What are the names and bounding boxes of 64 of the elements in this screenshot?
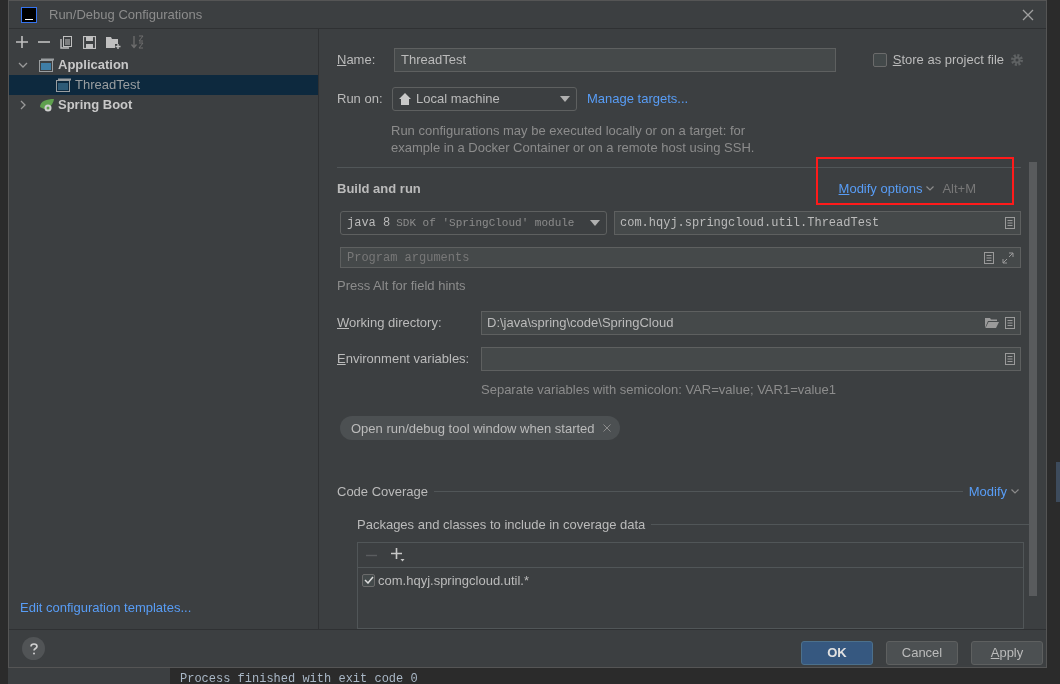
- sort-icon[interactable]: [131, 35, 145, 49]
- add-icon[interactable]: [391, 548, 405, 563]
- checkbox[interactable]: [362, 573, 375, 587]
- app-logo-icon: [21, 6, 37, 23]
- new-folder-icon[interactable]: [106, 35, 121, 49]
- chevron-down-icon[interactable]: [18, 60, 28, 70]
- run-on-dropdown[interactable]: Local machine: [392, 87, 577, 111]
- option-chip[interactable]: Open run/debug tool window when started: [340, 416, 620, 441]
- ok-button[interactable]: OK: [801, 640, 873, 665]
- window-title: Run/Debug Configurations: [49, 5, 203, 24]
- modify-options-link[interactable]: Modify options: [838, 178, 935, 199]
- dialog-button[interactable]: Apply: [971, 640, 1043, 665]
- chevron-down-icon: [926, 186, 935, 192]
- environment-variables-hint: Separate variables with semicolon: VAR=value; VAR1=value1: [481, 380, 838, 399]
- tree-item[interactable]: Spring Boot: [9, 95, 318, 115]
- folder-icon[interactable]: [985, 317, 999, 329]
- tree-item[interactable]: Application: [9, 55, 318, 75]
- document-icon[interactable]: [1005, 352, 1015, 365]
- package-entry[interactable]: com.hqyj.springcloud.util.*: [378, 570, 530, 591]
- expand-icon[interactable]: [1002, 251, 1014, 264]
- environment-variables-label: Environment variables:: [337, 350, 471, 369]
- add-icon[interactable]: [16, 36, 28, 48]
- document-icon[interactable]: [984, 251, 994, 264]
- console-text: Process finished with exit code 0: [180, 672, 418, 684]
- window-icon: [39, 58, 55, 72]
- name-field[interactable]: ThreadTest: [394, 48, 836, 72]
- group-title: Packages and classes to include in coverage data: [357, 515, 646, 534]
- working-directory-label: Working directory:: [337, 314, 443, 333]
- jre-dropdown[interactable]: java 8 SDK of 'SpringCloud' module: [340, 211, 607, 236]
- close-icon[interactable]: [602, 424, 611, 433]
- copy-icon[interactable]: [60, 35, 73, 49]
- jre-detail: SDK of 'SpringCloud' module: [396, 216, 575, 232]
- section-title: Code Coverage: [337, 482, 429, 501]
- scrollbar[interactable]: [1029, 162, 1037, 596]
- document-icon[interactable]: [1005, 217, 1015, 230]
- run-on-label: Run on:: [337, 90, 384, 109]
- working-directory-field[interactable]: D:\java\spring\code\SpringCloud: [481, 310, 1021, 335]
- dialog-button[interactable]: Cancel: [886, 640, 958, 665]
- chevron-down-icon: [1011, 488, 1019, 494]
- section-title: Build and run: [337, 179, 421, 198]
- chevron-right-icon[interactable]: [18, 100, 28, 110]
- modify-link[interactable]: Modify: [968, 481, 1019, 502]
- home-icon: [399, 93, 411, 105]
- close-icon[interactable]: [1022, 9, 1034, 21]
- store-as-project-file-label[interactable]: Store as project file: [892, 50, 1004, 70]
- leaf-gear-icon: [39, 98, 55, 112]
- jre-version: java 8: [347, 215, 391, 233]
- dropdown-arrow-icon: [560, 96, 570, 102]
- tree-item[interactable]: ThreadTest: [9, 75, 318, 95]
- run-on-hint: Run configurations may be executed locally or on a target: for example in a Docker Container or on a remote host using SSH.: [391, 122, 756, 156]
- field-hints-text: Press Alt for field hints: [337, 277, 467, 296]
- name-label: Name:: [337, 51, 377, 70]
- help-icon: [29, 642, 38, 655]
- store-checkbox[interactable]: [872, 53, 887, 67]
- save-icon[interactable]: [83, 35, 96, 49]
- edit-templates-link[interactable]: Edit configuration templates...: [20, 597, 318, 617]
- help-button[interactable]: [22, 637, 45, 660]
- main-class-field[interactable]: com.hqyj.springcloud.util.ThreadTest: [614, 211, 1021, 236]
- window-icon: [56, 78, 72, 92]
- shortcut-hint: Alt+M: [942, 179, 976, 198]
- manage-targets-link[interactable]: Manage targets...: [587, 89, 689, 109]
- document-icon[interactable]: [1005, 316, 1015, 329]
- settings-icon[interactable]: [1010, 53, 1024, 67]
- dropdown-arrow-icon: [590, 220, 600, 227]
